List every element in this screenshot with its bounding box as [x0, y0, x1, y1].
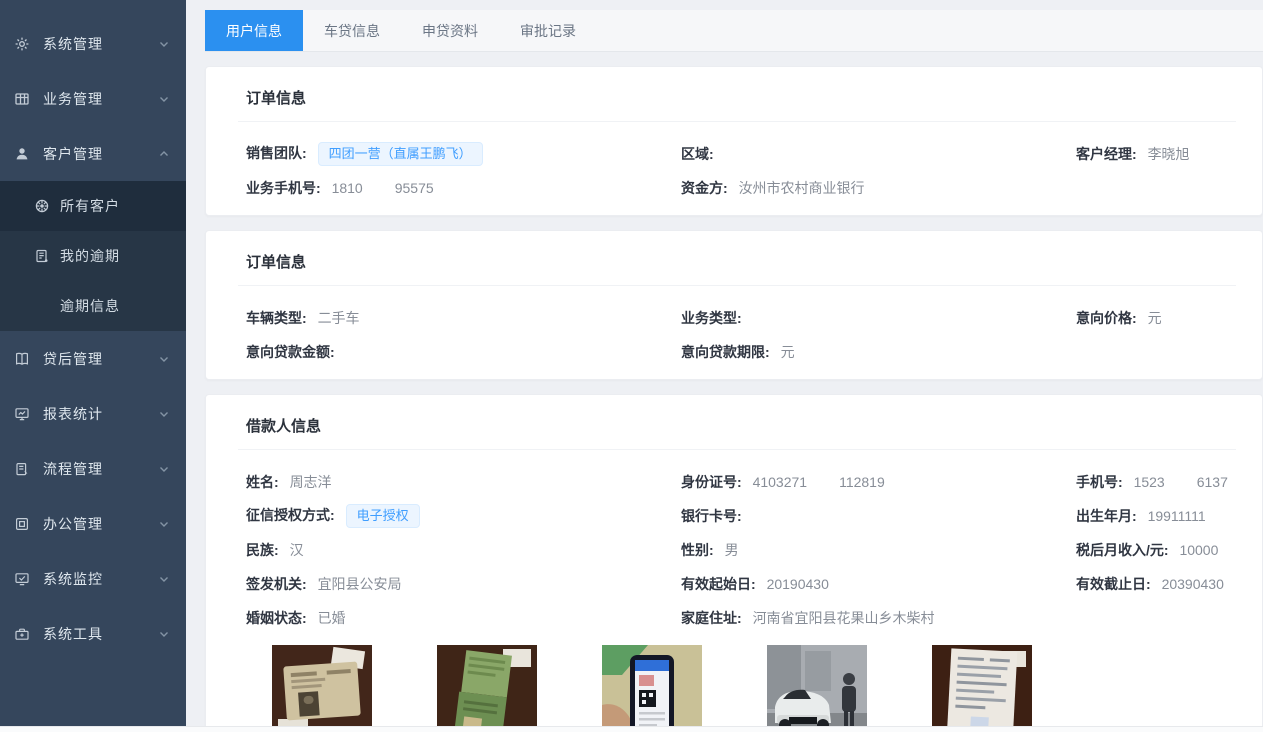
- chevron-down-icon: [158, 408, 170, 420]
- tab-loan-application-docs[interactable]: 申贷资料: [401, 10, 499, 51]
- photo-license-booklet[interactable]: 驾驶证页: [437, 645, 537, 726]
- sidebar-item-label: 系统监控: [43, 569, 158, 589]
- sidebar-item-postloan-mgmt[interactable]: 贷后管理: [0, 331, 186, 386]
- sidebar-item-label: 业务管理: [43, 89, 158, 109]
- loan-intent-card: 订单信息 车辆类型: 二手车 业务类型: 意向价格: 元 意向贷款金额:: [205, 230, 1263, 380]
- field-intent-loan-amount: 意向贷款金额:: [246, 342, 681, 362]
- field-credit-auth-method: 征信授权方式: 电子授权: [246, 504, 681, 528]
- field-valid-from: 有效起始日: 20190430: [681, 574, 1076, 594]
- sidebar-item-label: 办公管理: [43, 514, 158, 534]
- field-valid-to: 有效截止日: 20390430: [1076, 574, 1262, 594]
- field-funding-party: 资金方: 汝州市农村商业银行: [681, 178, 1076, 198]
- redaction-patch: [1165, 477, 1197, 489]
- grid-icon: [14, 91, 30, 107]
- photo-person-with-car[interactable]: 本人照: [767, 645, 867, 726]
- sidebar-item-label: 所有客户: [60, 196, 170, 216]
- field-business-type: 业务类型:: [681, 308, 1076, 328]
- photo-handwritten-doc[interactable]: 村委证明: [932, 645, 1032, 726]
- chevron-down-icon: [158, 463, 170, 475]
- field-issuing-authority: 签发机关: 宜阳县公安局: [246, 574, 681, 594]
- field-sales-team: 销售团队: 四团一营（直属王鹏飞）: [246, 142, 681, 166]
- sidebar-item-label: 系统工具: [43, 624, 158, 644]
- archive-icon: [14, 516, 30, 532]
- gear-icon: [14, 36, 30, 52]
- chevron-down-icon: [158, 518, 170, 530]
- user-icon: [14, 146, 30, 162]
- sidebar-item-label: 客户管理: [43, 144, 158, 164]
- card-title: 订单信息: [238, 251, 1236, 286]
- order-info-card: 订单信息 销售团队: 四团一营（直属王鹏飞） 区域: 客户经理: 李晓旭 业务手: [205, 66, 1263, 216]
- photo-thumbnails: 本人照 驾驶证页: [246, 645, 1262, 726]
- wheel-icon: [34, 198, 50, 214]
- field-vehicle-type: 车辆类型: 二手车: [246, 308, 681, 328]
- sidebar-item-system-tools[interactable]: 系统工具: [0, 606, 186, 661]
- field-monthly-income: 税后月收入/元: 10000: [1076, 540, 1262, 560]
- tab-approval-records[interactable]: 审批记录: [499, 10, 597, 51]
- photo-id-card[interactable]: 本人照: [272, 645, 372, 726]
- chevron-up-icon: [158, 148, 170, 160]
- tab-bar: 用户信息 车贷信息 申贷资料 审批记录: [205, 10, 1263, 52]
- sidebar-item-overdue-info[interactable]: 逾期信息: [0, 281, 186, 331]
- card-title: 订单信息: [238, 87, 1236, 122]
- sidebar-item-my-overdue[interactable]: 我的逾期: [0, 231, 186, 281]
- monitor-check-icon: [14, 571, 30, 587]
- chevron-down-icon: [158, 628, 170, 640]
- card-title: 借款人信息: [238, 415, 1236, 450]
- redaction-patch: [363, 183, 395, 195]
- field-home-address: 家庭住址: 河南省宜阳县花果山乡木柴村: [681, 608, 1076, 628]
- chevron-down-icon: [158, 93, 170, 105]
- field-intent-loan-term: 意向贷款期限: 元: [681, 342, 1076, 362]
- field-bank-card: 银行卡号:: [681, 506, 1076, 526]
- chevron-down-icon: [158, 353, 170, 365]
- sales-team-tag[interactable]: 四团一营（直属王鹏飞）: [318, 142, 483, 166]
- field-ethnicity: 民族: 汉: [246, 540, 681, 560]
- field-birth-date: 出生年月: 19911111: [1076, 506, 1262, 526]
- sidebar-item-label: 流程管理: [43, 459, 158, 479]
- tab-car-loan-info[interactable]: 车贷信息: [303, 10, 401, 51]
- main-content: 用户信息 车贷信息 申贷资料 审批记录 订单信息 销售团队: 四团一营（直属王鹏…: [186, 0, 1263, 726]
- sidebar-item-label: 逾期信息: [60, 296, 170, 316]
- field-account-manager: 客户经理: 李晓旭: [1076, 144, 1262, 164]
- sidebar-item-business-mgmt[interactable]: 业务管理: [0, 71, 186, 126]
- book-icon: [14, 351, 30, 367]
- field-gender: 性别: 男: [681, 540, 1076, 560]
- field-region: 区域:: [681, 144, 1076, 164]
- toolbox-icon: [14, 626, 30, 642]
- borrower-info-card: 借款人信息 姓名: 周志洋 身份证号: 4103271112819 手机号: 1…: [205, 394, 1263, 726]
- tab-user-info[interactable]: 用户信息: [205, 10, 303, 51]
- notebook-icon: [34, 248, 50, 264]
- clipboard-icon: [14, 461, 30, 477]
- field-mobile-number: 手机号: 15236137: [1076, 472, 1262, 492]
- sidebar-item-label: 系统管理: [43, 34, 158, 54]
- sidebar-item-report-stats[interactable]: 报表统计: [0, 386, 186, 441]
- sidebar-item-label: 我的逾期: [60, 246, 170, 266]
- sidebar-item-system-monitor[interactable]: 系统监控: [0, 551, 186, 606]
- sidebar-item-office-mgmt[interactable]: 办公管理: [0, 496, 186, 551]
- field-name: 姓名: 周志洋: [246, 472, 681, 492]
- sidebar-item-customer-mgmt[interactable]: 客户管理: [0, 126, 186, 181]
- sidebar-item-label: 贷后管理: [43, 349, 158, 369]
- redaction-patch: [807, 477, 839, 489]
- sidebar: 系统管理 业务管理 客户管理 所有客户 我的逾期 逾期信息: [0, 0, 186, 726]
- sidebar-item-label: 报表统计: [43, 404, 158, 424]
- sidebar-item-process-mgmt[interactable]: 流程管理: [0, 441, 186, 496]
- field-business-phone: 业务手机号: 181095575: [246, 178, 681, 198]
- credit-auth-tag[interactable]: 电子授权: [346, 504, 420, 528]
- sidebar-submenu-customer: 所有客户 我的逾期 逾期信息: [0, 181, 186, 331]
- field-marital-status: 婚姻状态: 已婚: [246, 608, 681, 628]
- chevron-down-icon: [158, 573, 170, 585]
- photo-auth-qr[interactable]: 授权码: [602, 645, 702, 726]
- chevron-down-icon: [158, 38, 170, 50]
- sidebar-item-system-mgmt[interactable]: 系统管理: [0, 16, 186, 71]
- horizontal-scrollbar[interactable]: [0, 726, 1263, 732]
- field-id-number: 身份证号: 4103271112819: [681, 472, 1076, 492]
- field-intent-price: 意向价格: 元: [1076, 308, 1262, 328]
- sidebar-item-all-customers[interactable]: 所有客户: [0, 181, 186, 231]
- monitor-icon: [14, 406, 30, 422]
